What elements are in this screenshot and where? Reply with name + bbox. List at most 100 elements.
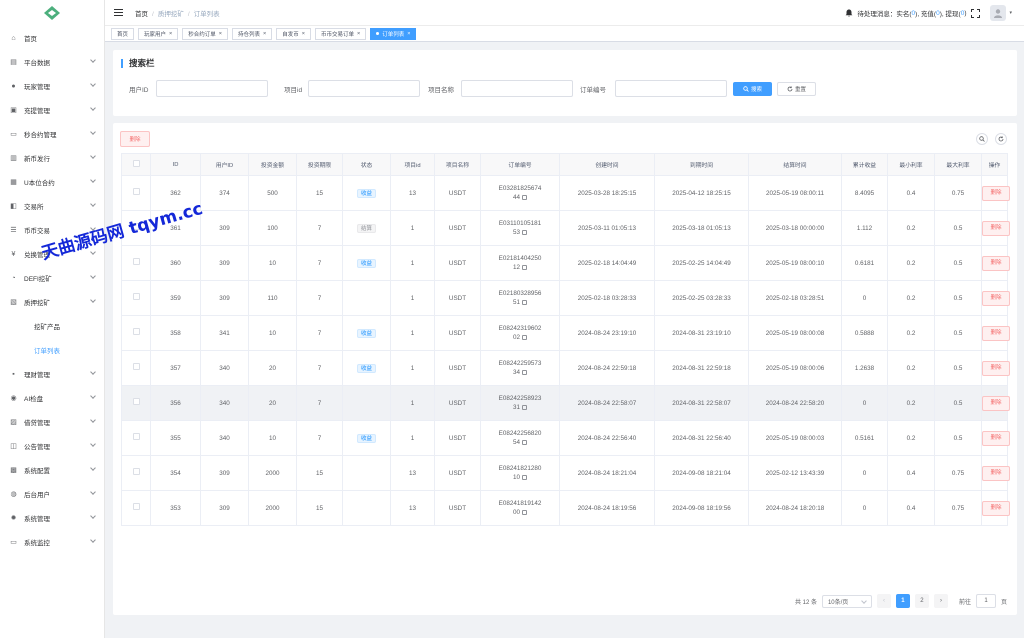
sidebar-item-dashboard[interactable]: ⌂ 首页 (0, 26, 104, 50)
row-checkbox[interactable] (132, 503, 140, 510)
row-select-cell[interactable] (121, 175, 151, 211)
reset-button[interactable]: 重置 (777, 82, 816, 96)
row-select-cell[interactable] (121, 280, 151, 316)
row-checkbox[interactable] (132, 293, 140, 300)
tab-1[interactable]: 玩家用户 × (138, 27, 179, 40)
avatar-dropdown-icon[interactable]: ▾ (1009, 10, 1012, 16)
copy-icon[interactable] (522, 439, 527, 445)
delete-button[interactable]: 删除 (982, 500, 1010, 516)
sidebar-item-config[interactable]: ▩ 系统配置 (0, 458, 104, 482)
hamburger-icon[interactable] (114, 7, 123, 18)
sidebar-item-monitor[interactable]: ▭ 系统监控 (0, 530, 104, 554)
sidebar-item-finance[interactable]: ▪ 理财管理 (0, 362, 104, 386)
delete-button[interactable]: 删除 (982, 465, 1010, 481)
order-no-input[interactable] (615, 80, 727, 97)
close-icon[interactable]: × (169, 31, 172, 37)
tab-0[interactable]: 首页 (111, 27, 135, 40)
sidebar-item-chart[interactable]: ▤ 平台数据 (0, 50, 104, 74)
copy-icon[interactable] (522, 509, 527, 515)
row-checkbox[interactable] (132, 398, 140, 405)
sidebar-item-exchange[interactable]: ◧ 交易所 (0, 194, 104, 218)
breadcrumb-home[interactable]: 首页 (135, 11, 148, 18)
table-row[interactable]: 355 340 10 7 收益 1 USDT E08242256820 54 2024-08-24… (121, 420, 1010, 456)
row-checkbox[interactable] (132, 328, 140, 335)
row-checkbox[interactable] (132, 363, 140, 370)
fullscreen-icon[interactable] (971, 8, 981, 18)
delete-button[interactable]: 删除 (982, 290, 1010, 306)
row-checkbox[interactable] (132, 468, 140, 475)
page-2-button[interactable]: 2 (914, 594, 929, 608)
copy-icon[interactable] (522, 474, 527, 480)
delete-button[interactable]: 删除 (982, 360, 1010, 376)
sidebar-subitem-mining-products[interactable]: 挖矿产品 (0, 314, 104, 338)
sidebar-item-mining[interactable]: ▧ 质押挖矿 (0, 290, 104, 314)
sidebar-item-defi[interactable]: ◔ DEFI挖矿 (0, 266, 104, 290)
row-select-cell[interactable] (121, 350, 151, 386)
row-checkbox[interactable] (132, 258, 140, 265)
sidebar-item-admin[interactable]: ◍ 后台用户 (0, 482, 104, 506)
goto-page-input[interactable]: 1 (975, 594, 996, 608)
delete-button[interactable]: 删除 (982, 185, 1010, 201)
project-name-input[interactable] (461, 80, 573, 97)
delete-button[interactable]: 删除 (982, 325, 1010, 341)
table-row[interactable]: 360 309 10 7 收益 1 USDT E02181404250 12 2025-02-18… (121, 245, 1010, 281)
table-row[interactable]: 353 309 2000 15 13 USDT E08241819142 00 2024-08-… (121, 490, 1010, 526)
delete-button[interactable]: 删除 (982, 395, 1010, 411)
refresh-table-button[interactable] (995, 133, 1007, 145)
select-all-checkbox[interactable] (132, 160, 140, 167)
tab-2[interactable]: 秒合约订单 × (182, 27, 228, 40)
copy-icon[interactable] (522, 369, 527, 375)
row-select-cell[interactable] (121, 490, 151, 526)
table-row[interactable]: 361 309 100 7 结算 1 USDT E03110105181 53 2025-03-1… (121, 210, 1010, 246)
prev-page-button[interactable]: ‹ (876, 594, 891, 608)
select-all-cell[interactable] (121, 153, 151, 176)
close-icon[interactable]: × (263, 31, 266, 37)
sidebar-item-notice[interactable]: ◫ 公告管理 (0, 434, 104, 458)
avatar[interactable] (990, 5, 1007, 21)
copy-icon[interactable] (522, 264, 527, 270)
delete-button[interactable]: 删除 (982, 430, 1010, 446)
copy-icon[interactable] (522, 334, 527, 340)
toggle-search-button[interactable] (976, 133, 988, 145)
row-select-cell[interactable] (121, 385, 151, 421)
page-1-button[interactable]: 1 (895, 594, 910, 608)
copy-icon[interactable] (522, 229, 527, 235)
sidebar-item-ai[interactable]: ◉ AI检盘 (0, 386, 104, 410)
tab-5[interactable]: 币币交易订单 × (314, 27, 367, 40)
copy-icon[interactable] (522, 299, 527, 305)
row-checkbox[interactable] (132, 433, 140, 440)
table-row[interactable]: 357 340 20 7 收益 1 USDT E08242259573 34 2024-08-24… (121, 350, 1010, 386)
close-icon[interactable]: × (407, 31, 410, 37)
project-id-input[interactable] (308, 80, 420, 97)
sidebar-item-wallet[interactable]: ▣ 充提管理 (0, 98, 104, 122)
table-row[interactable]: 358 341 10 7 收益 1 USDT E08242319602 02 2024-08-24… (121, 315, 1010, 351)
sidebar-item-user[interactable]: ● 玩家管理 (0, 74, 104, 98)
delete-button[interactable]: 删除 (982, 255, 1010, 271)
page-size-select[interactable]: 10条/页 (821, 594, 872, 608)
table-row[interactable]: 354 309 2000 15 13 USDT E08241821280 10 2024-08-… (121, 455, 1010, 491)
tab-6[interactable]: 订单列表 × (370, 27, 417, 40)
row-select-cell[interactable] (121, 315, 151, 351)
bell-icon[interactable] (845, 9, 853, 17)
sidebar-item-gear[interactable]: ✹ 系统管理 (0, 506, 104, 530)
sidebar-subitem-order-list[interactable]: 订单列表 (0, 338, 104, 362)
user-id-input[interactable] (156, 80, 268, 97)
close-icon[interactable]: × (219, 31, 222, 37)
table-row[interactable]: 359 309 110 7 1 USDT E02180328956 51 2025-02-18 … (121, 280, 1010, 316)
search-button[interactable]: 搜索 (733, 82, 772, 96)
sidebar-item-contract[interactable]: ▭ 秒合约管理 (0, 122, 104, 146)
next-page-button[interactable]: › (933, 594, 948, 608)
close-icon[interactable]: × (357, 31, 360, 37)
batch-delete-button[interactable]: 删除 (120, 131, 150, 147)
sidebar-item-u-contract[interactable]: ▦ U本位合约 (0, 170, 104, 194)
delete-button[interactable]: 删除 (982, 220, 1010, 236)
row-select-cell[interactable] (121, 455, 151, 491)
sidebar-item-loan[interactable]: ▨ 借贷管理 (0, 410, 104, 434)
table-row[interactable]: 356 340 20 7 1 USDT E08242258923 31 2024-08-24 2… (121, 385, 1010, 421)
row-select-cell[interactable] (121, 420, 151, 456)
copy-icon[interactable] (522, 194, 527, 200)
copy-icon[interactable] (522, 404, 527, 410)
sidebar-item-coin[interactable]: ▥ 新币发行 (0, 146, 104, 170)
close-icon[interactable]: × (302, 31, 305, 37)
row-checkbox[interactable] (132, 188, 140, 195)
